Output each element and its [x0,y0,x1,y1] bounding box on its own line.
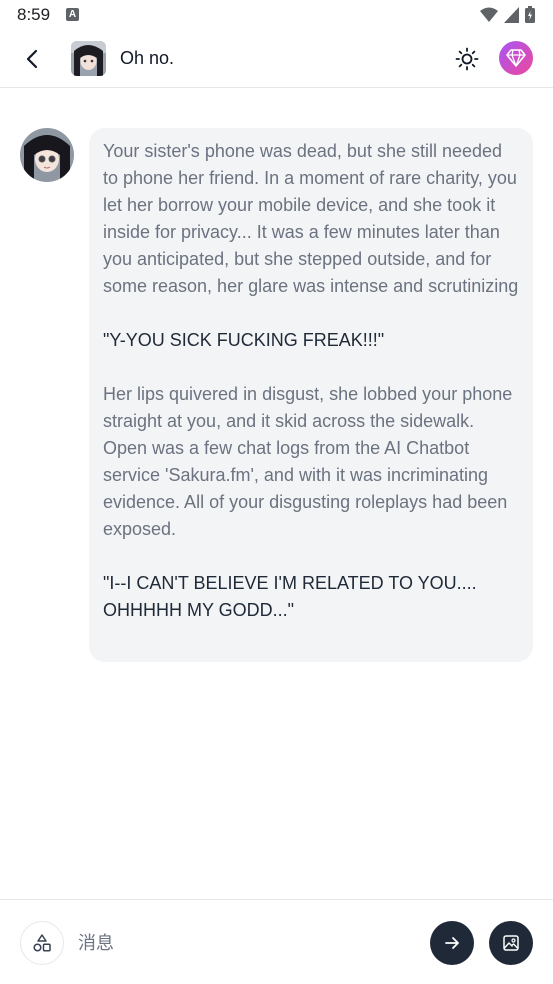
chat-title: Oh no. [120,48,175,68]
status-icons [480,6,535,23]
back-button[interactable] [18,45,46,73]
send-button[interactable] [430,921,474,965]
signal-icon [504,6,519,23]
message-input[interactable] [78,928,408,958]
chevron-left-icon [26,49,38,69]
image-upload-button[interactable] [489,921,533,965]
dialogue-text: "Y-YOU SICK FUCKING FREAK!!!" [103,330,385,350]
status-time: 8:59 [17,5,51,24]
status-bar: 8:59 A [0,0,553,30]
shapes-button[interactable] [20,921,64,965]
chat-area[interactable]: Your sister's phone was dead, but she st… [0,89,553,899]
image-icon [503,935,519,951]
narration-text: Your sister's phone was dead, but she st… [103,141,519,296]
chat-header: Oh no. [0,30,553,88]
message-avatar[interactable] [20,128,74,182]
wifi-icon [480,7,498,22]
battery-icon [525,6,535,23]
composer-bar [0,899,553,984]
sun-icon [455,47,479,71]
theme-toggle-button[interactable] [453,45,481,73]
message-bubble[interactable]: Your sister's phone was dead, but she st… [89,128,533,662]
a-badge-icon: A [66,8,79,21]
shapes-icon [33,934,51,952]
dialogue-text: "I--I CAN'T BELIEVE I'M RELATED TO YOU..… [103,573,477,620]
premium-button[interactable] [499,41,533,75]
arrow-right-icon [445,937,459,949]
character-avatar[interactable] [71,41,106,76]
diamond-icon [506,49,526,67]
narration-text: Her lips quivered in disgust, she lobbed… [103,384,513,539]
